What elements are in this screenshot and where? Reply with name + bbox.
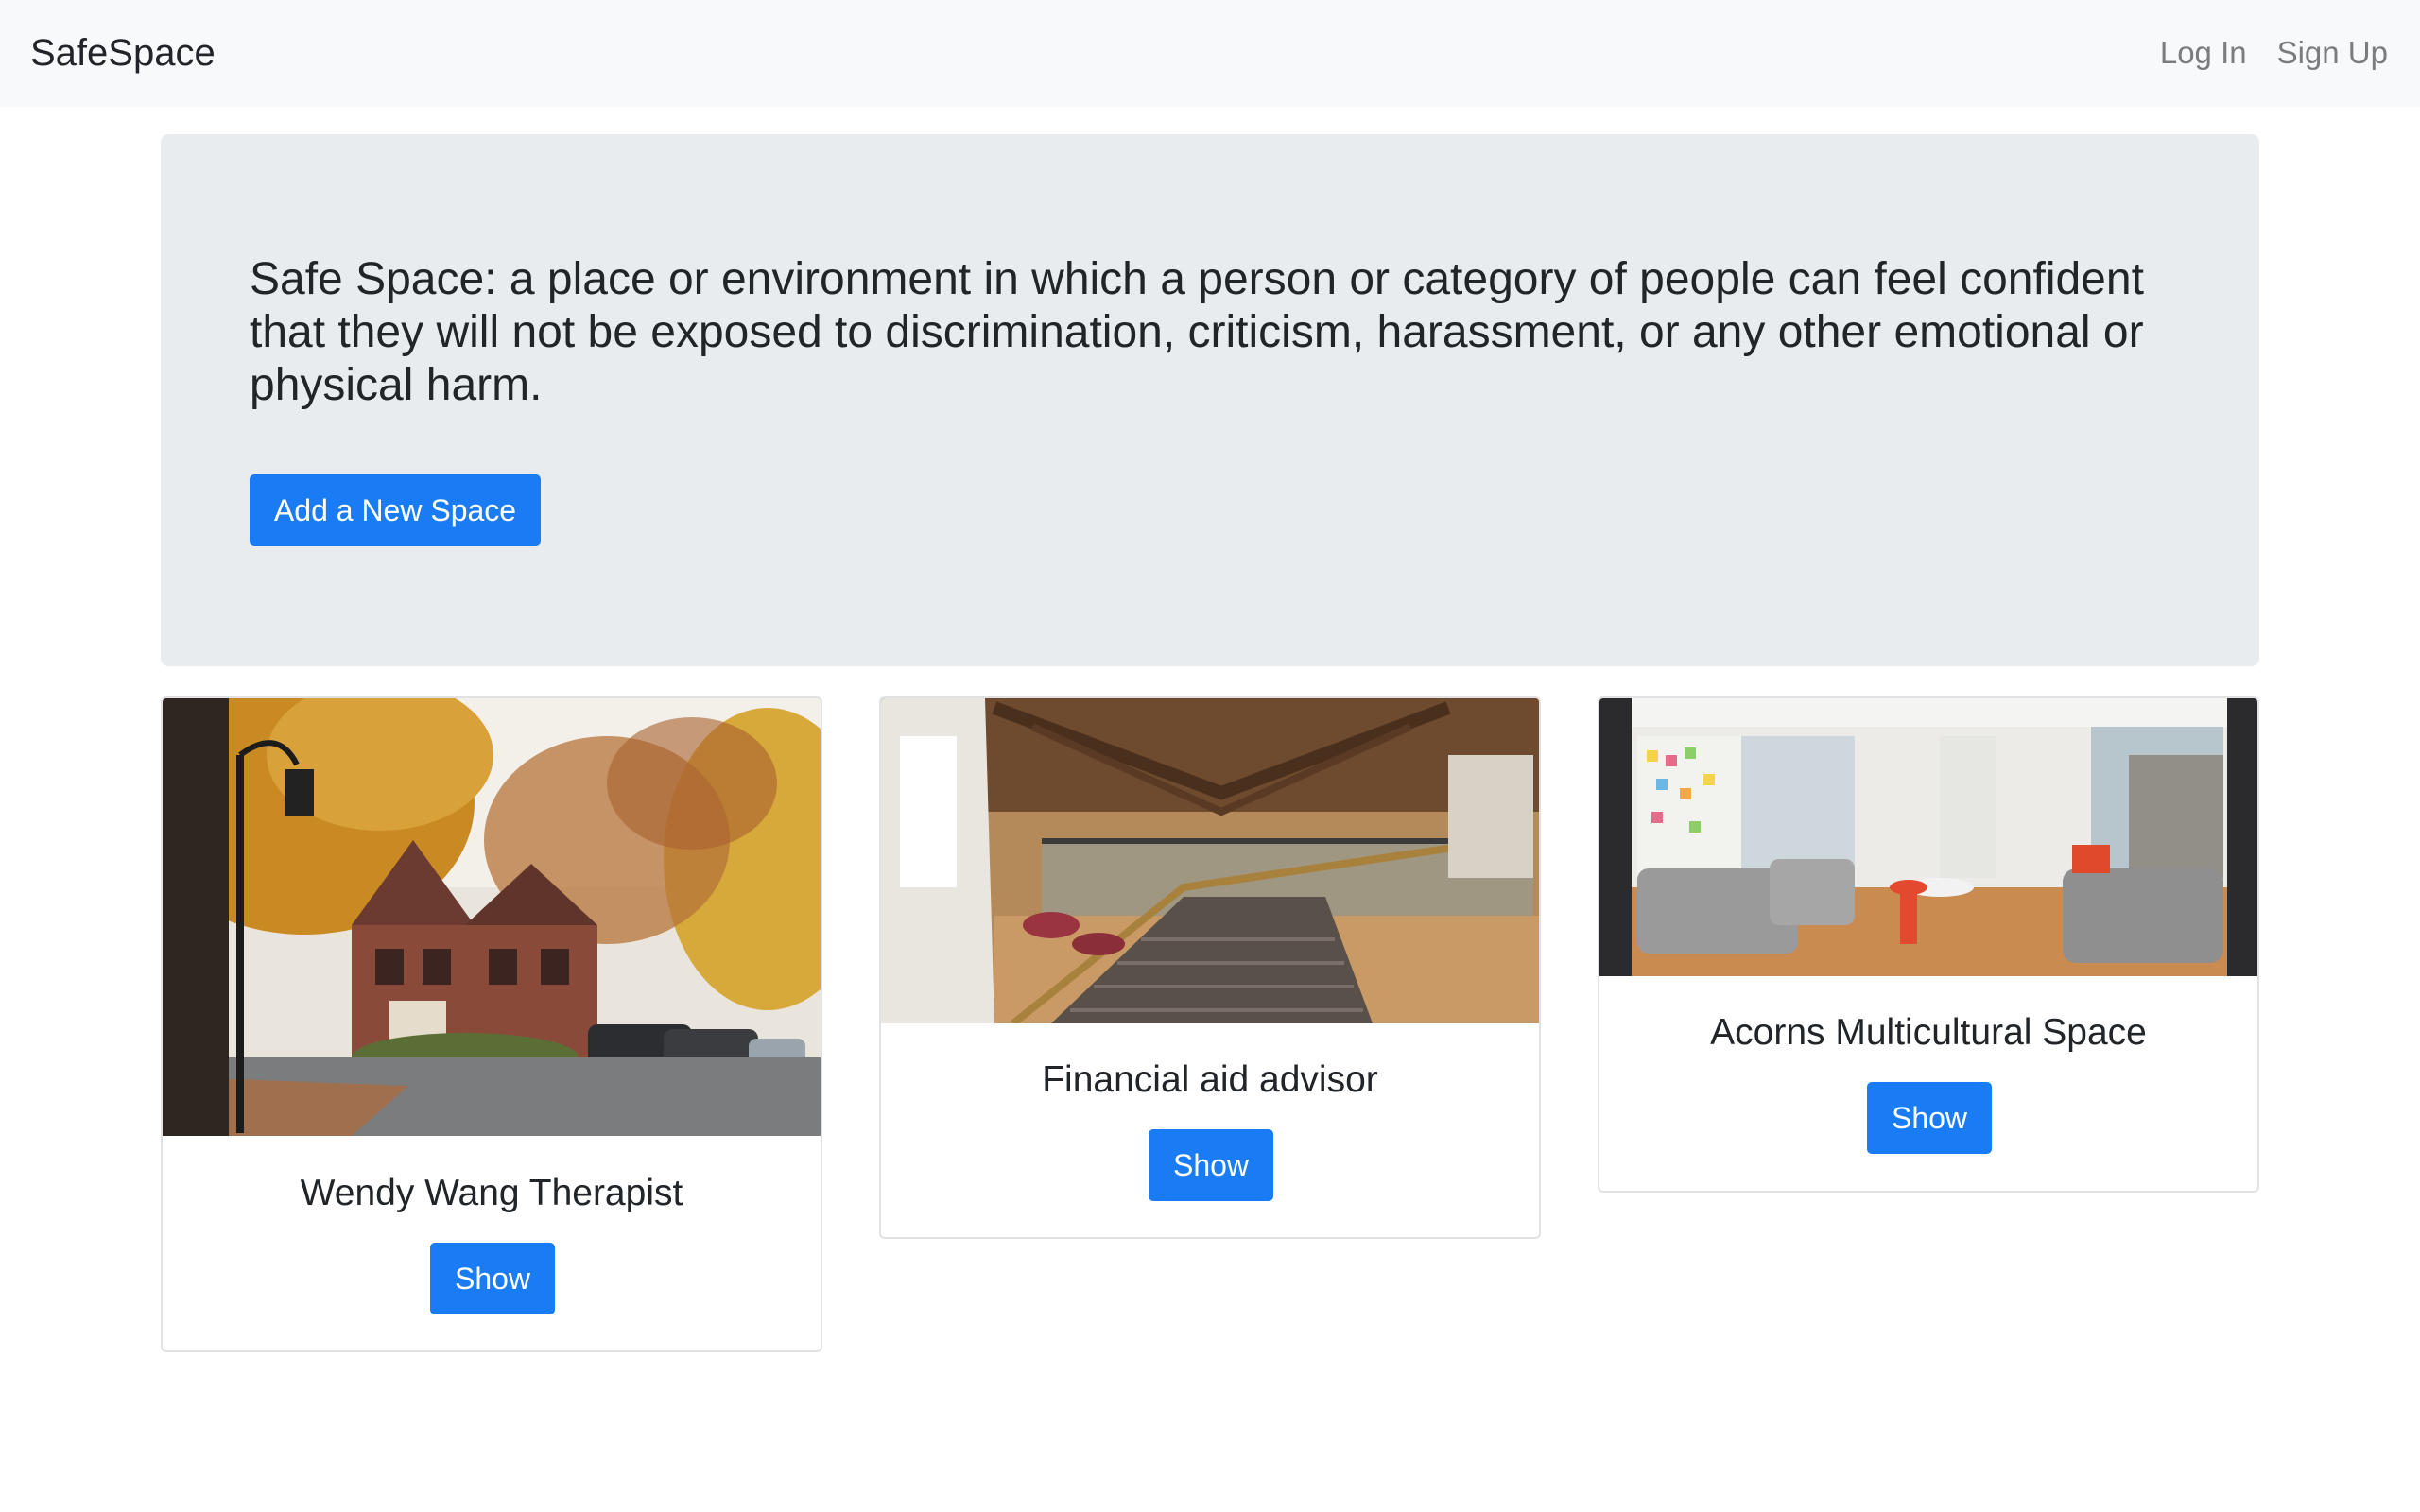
show-button[interactable]: Show: [1149, 1129, 1273, 1201]
lounge-photo: [1599, 698, 2257, 976]
nav-links: Log In Sign Up: [2160, 30, 2388, 76]
login-link[interactable]: Log In: [2160, 30, 2247, 76]
navbar: SafeSpace Log In Sign Up: [0, 0, 2420, 107]
card-title: Financial aid advisor: [1042, 1059, 1378, 1100]
show-button[interactable]: Show: [1867, 1082, 1992, 1154]
brand-link[interactable]: SafeSpace: [30, 28, 216, 77]
card-image-autumn-house: [163, 698, 821, 1136]
card-title: Acorns Multicultural Space: [1710, 1012, 2147, 1053]
hero-jumbotron: Safe Space: a place or environment in wh…: [161, 134, 2259, 666]
space-card: Wendy Wang Therapist Show: [161, 696, 822, 1352]
autumn-house-photo: [163, 698, 821, 1136]
add-new-space-button[interactable]: Add a New Space: [250, 474, 541, 546]
atrium-stairs-photo: [881, 698, 1539, 1023]
space-card: Acorns Multicultural Space Show: [1598, 696, 2259, 1193]
space-card: Financial aid advisor Show: [879, 696, 1541, 1239]
card-image-atrium-stairs: [881, 698, 1539, 1023]
signup-link[interactable]: Sign Up: [2277, 30, 2388, 76]
card-image-lounge: [1599, 698, 2257, 976]
show-button[interactable]: Show: [430, 1243, 555, 1314]
card-title: Wendy Wang Therapist: [300, 1173, 683, 1213]
hero-lead-text: Safe Space: a place or environment in wh…: [250, 254, 2144, 410]
